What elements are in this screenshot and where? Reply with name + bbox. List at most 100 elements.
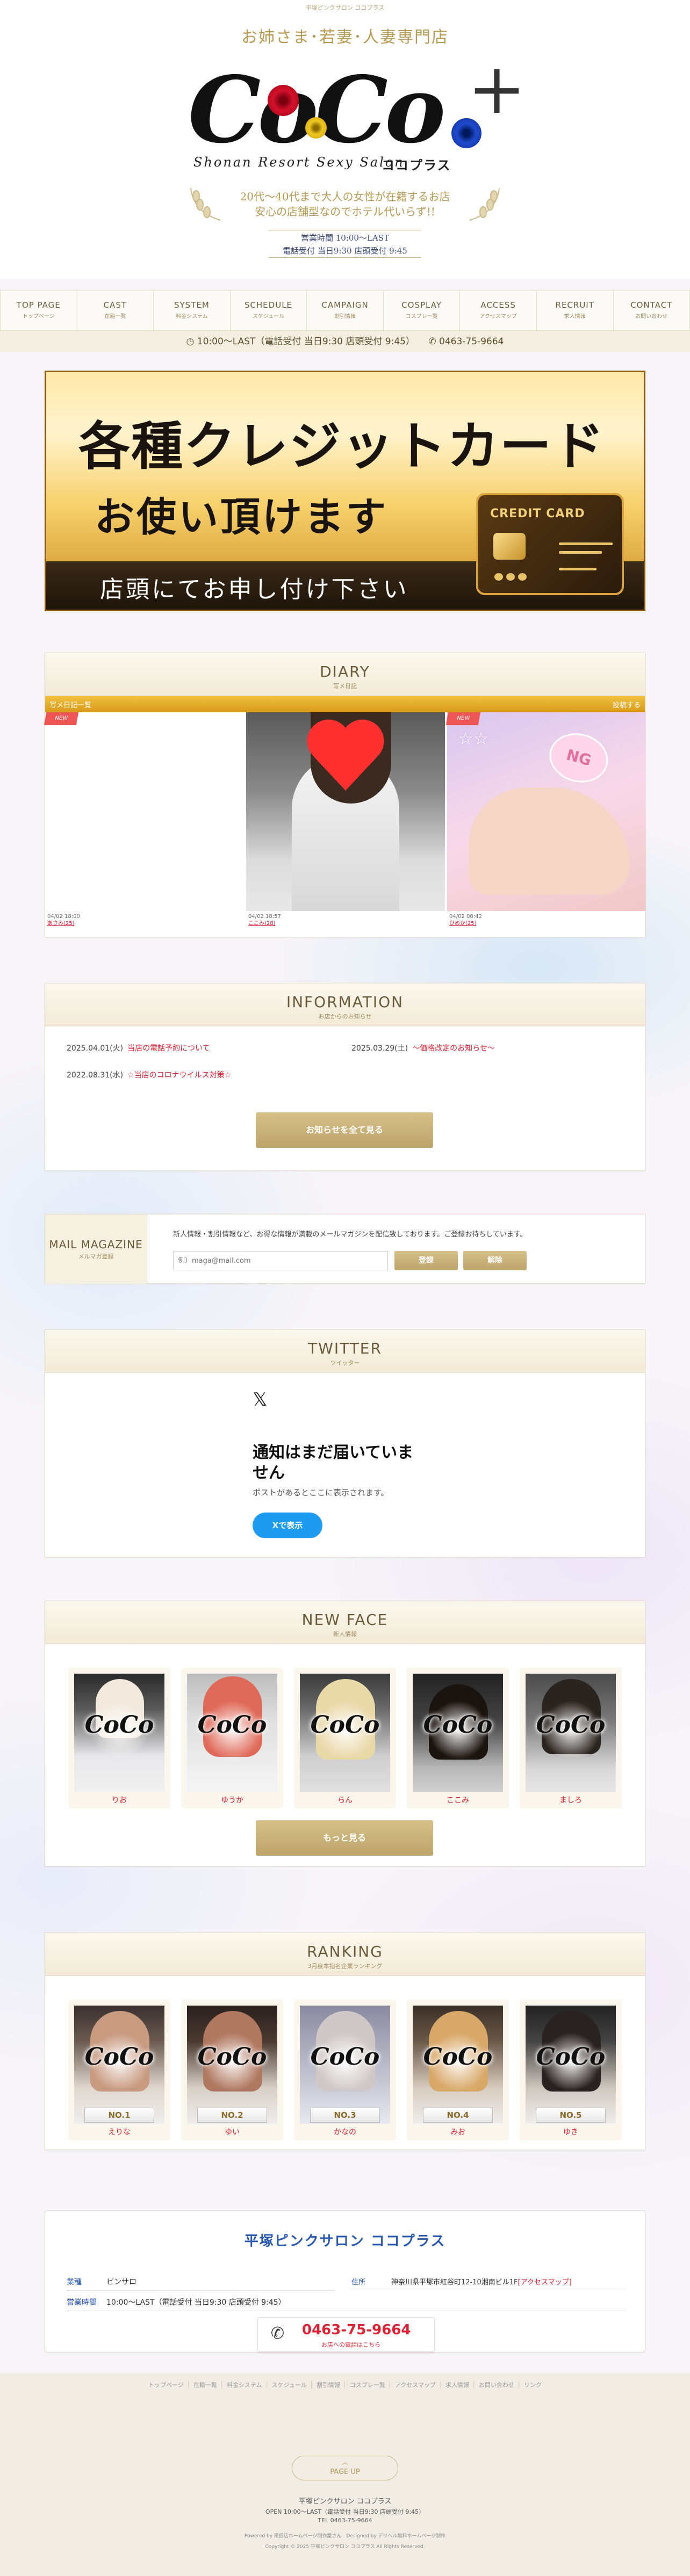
nav-label: CAMPAIGN <box>321 300 369 310</box>
hours-line-2: 電話受付 当日9:30 店頭受付 9:45 <box>283 246 407 256</box>
info-item[interactable]: 2025.04.01(火) 当店の電話予約について <box>67 1043 210 1053</box>
diary-name[interactable]: ここみ(28) <box>248 920 281 927</box>
twitter-empty-body: ポストがあるとここに表示されます。 <box>253 1488 389 1497</box>
diary-list-link[interactable]: 写メ日記一覧 <box>49 699 91 710</box>
top-tagline: 平塚ピンクサロン ココプラス <box>305 4 385 11</box>
register-button[interactable]: 登録 <box>394 1251 458 1270</box>
card-line <box>559 551 602 554</box>
nav-item-cast[interactable]: CAST 在籍一覧 <box>77 291 154 330</box>
cast-name[interactable]: ゆい <box>181 2126 283 2137</box>
diary-date: 04/02 18:00 <box>47 914 80 920</box>
new-badge: NEW <box>44 712 79 725</box>
credit-card-banner[interactable]: 各種クレジットカード お使い頂けます 店頭にてお申し付け下さい CREDIT C… <box>45 371 645 611</box>
card-line <box>559 542 613 545</box>
diary-post[interactable] <box>45 712 244 911</box>
nav-label: ACCESS <box>480 300 516 310</box>
heading-line-1: 通知はまだ届いていま <box>253 1443 414 1462</box>
cast-card[interactable]: CoCo らん <box>294 1668 396 1808</box>
nav-sublabel: 割引情報 <box>334 314 356 320</box>
cast-name[interactable]: ましろ <box>520 1794 622 1805</box>
all-news-button[interactable]: お知らせを全て見る <box>256 1112 433 1148</box>
email-input[interactable] <box>173 1251 388 1270</box>
nav-item-system[interactable]: SYSTEM 料金システム <box>154 291 231 330</box>
ranking-card[interactable]: CoCo NO.1 えりな <box>68 2000 170 2140</box>
nav-item-cosplay[interactable]: COSPLAY コスプレ一覧 <box>384 291 461 330</box>
nav-item-contact[interactable]: CONTACT お問い合わせ <box>614 291 690 330</box>
cast-name[interactable]: らん <box>294 1794 396 1805</box>
cast-card[interactable]: CoCo ましろ <box>520 1668 622 1808</box>
nav-item-top[interactable]: TOP PAGE トップページ <box>0 291 77 330</box>
phone-icon: ✆ <box>428 336 436 347</box>
sticker-text: NG <box>564 746 593 770</box>
more-button[interactable]: もっと見る <box>256 1820 433 1856</box>
coco-watermark: CoCo <box>84 2043 154 2071</box>
unsubscribe-button[interactable]: 解除 <box>463 1251 527 1270</box>
cast-card[interactable]: CoCo ここみ <box>407 1668 509 1808</box>
mail-magazine-section: MAIL MAGAZINE メルマガ登録 新人情報・割引情報など、お得な情報が満… <box>45 1214 645 1284</box>
banner-line-3: 店頭にてお申し付け下さい <box>100 576 409 603</box>
footer-links[interactable]: トップページ ｜ 在籍一覧 ｜ 料金システム ｜ スケジュール ｜ 割引情報 ｜… <box>0 2380 690 2389</box>
rank-ribbon: NO.4 <box>423 2108 493 2123</box>
nav-item-access[interactable]: ACCESS アクセスマップ <box>460 291 537 330</box>
diary-name[interactable]: あさみ(25) <box>47 920 80 927</box>
cast-card[interactable]: CoCo りお <box>68 1668 170 1808</box>
cast-name[interactable]: みお <box>407 2126 509 2137</box>
cast-photo: CoCo NO.1 <box>74 2006 164 2124</box>
section-title: INFORMATION <box>286 993 404 1011</box>
info-link[interactable]: ☆当店のコロナウイルス対策☆ <box>127 1071 231 1080</box>
x-logo-icon: 𝕏 <box>253 1389 268 1410</box>
shop-phone: 0463-75-9664 <box>302 2322 411 2338</box>
infobar-phone[interactable]: 0463-75-9664 <box>439 336 504 347</box>
logo-tagline: Shonan Resort Sexy Salon <box>193 155 405 170</box>
cast-name[interactable]: えりな <box>68 2126 170 2137</box>
cast-name[interactable]: ゆき <box>520 2126 622 2137</box>
cast-name[interactable]: ゆうか <box>181 1794 283 1805</box>
cast-photo: CoCo NO.3 <box>300 2006 390 2124</box>
credit-card-icon: CREDIT CARD <box>476 493 624 595</box>
nav-item-campaign[interactable]: CAMPAIGN 割引情報 <box>307 291 384 330</box>
ranking-card[interactable]: CoCo NO.4 みお <box>407 2000 509 2140</box>
shop-hours-label: 営業時間 <box>67 2298 97 2307</box>
ranking-card[interactable]: CoCo NO.5 ゆき <box>520 2000 622 2140</box>
info-link[interactable]: ～価格改定のお知らせ～ <box>412 1044 495 1053</box>
cast-card[interactable]: CoCo ゆうか <box>181 1668 283 1808</box>
access-map-link[interactable]: [アクセスマップ] <box>518 2278 572 2286</box>
diary-post[interactable]: NG ☆☆ <box>447 712 646 911</box>
information-section: INFORMATION お店からのお知らせ 2025.04.01(火) 当店の電話… <box>45 983 645 1171</box>
info-item[interactable]: 2022.08.31(水) ☆当店のコロナウイルス対策☆ <box>67 1069 231 1080</box>
red-rose-icon <box>268 85 299 116</box>
diary-name[interactable]: ひめか(25) <box>449 920 482 927</box>
ranking-card[interactable]: CoCo NO.3 かなの <box>294 2000 396 2140</box>
section-subtitle: 新人情報 <box>333 1631 357 1638</box>
banner-line-2: お使い頂けます <box>95 494 388 540</box>
site-logo[interactable]: CoCo + Shonan Resort Sexy Salon ココプラス <box>188 54 526 177</box>
cast-name[interactable]: かなの <box>294 2126 396 2137</box>
diary-post[interactable] <box>246 712 445 911</box>
nav-label: COSPLAY <box>401 300 442 310</box>
info-date: 2022.08.31(水) <box>67 1071 124 1080</box>
diary-meta: 04/02 08:42 ひめか(25) <box>449 913 482 927</box>
section-subtitle: 写メ日記 <box>333 683 357 690</box>
page-up-button[interactable]: ︿ PAGE UP <box>292 2456 398 2480</box>
nav-item-recruit[interactable]: RECRUIT 求人情報 <box>537 291 614 330</box>
badge-text: NEW <box>456 715 470 721</box>
cast-name[interactable]: りお <box>68 1794 170 1805</box>
site-header: 平塚ピンクサロン ココプラス お姉さま･若妻･人妻専門店 CoCo + Shon… <box>0 0 690 279</box>
diary-bar: 写メ日記一覧 投稿する <box>45 696 645 712</box>
rank-ribbon: NO.1 <box>84 2108 154 2123</box>
logo-kana: ココプラス <box>382 158 451 173</box>
info-item[interactable]: 2025.03.29(土) ～価格改定のお知らせ～ <box>351 1043 495 1053</box>
nav-sublabel: コスプレ一覧 <box>405 314 438 320</box>
nav-item-schedule[interactable]: SCHEDULE スケジュール <box>231 291 307 330</box>
cast-photo: CoCo NO.2 <box>187 2006 277 2124</box>
new-face-section: NEW FACE 新人情報 CoCo りお CoCo ゆうか CoCo らん CoCo… <box>45 1601 645 1866</box>
footer-shop: 平塚ピンクサロン ココプラス <box>298 2498 392 2506</box>
coco-watermark: CoCo <box>84 1711 154 1739</box>
ranking-card[interactable]: CoCo NO.2 ゆい <box>181 2000 283 2140</box>
phone-call-button[interactable]: ✆ 0463-75-9664 お店への電話はこちら <box>257 2317 435 2351</box>
cast-name[interactable]: ここみ <box>407 1794 509 1805</box>
header-subtitle: お姉さま･若妻･人妻専門店 <box>241 28 449 47</box>
view-on-x-button[interactable]: Xで表示 <box>253 1513 322 1538</box>
info-link[interactable]: 当店の電話予約について <box>127 1044 210 1053</box>
diary-post-link[interactable]: 投稿する <box>613 699 641 710</box>
